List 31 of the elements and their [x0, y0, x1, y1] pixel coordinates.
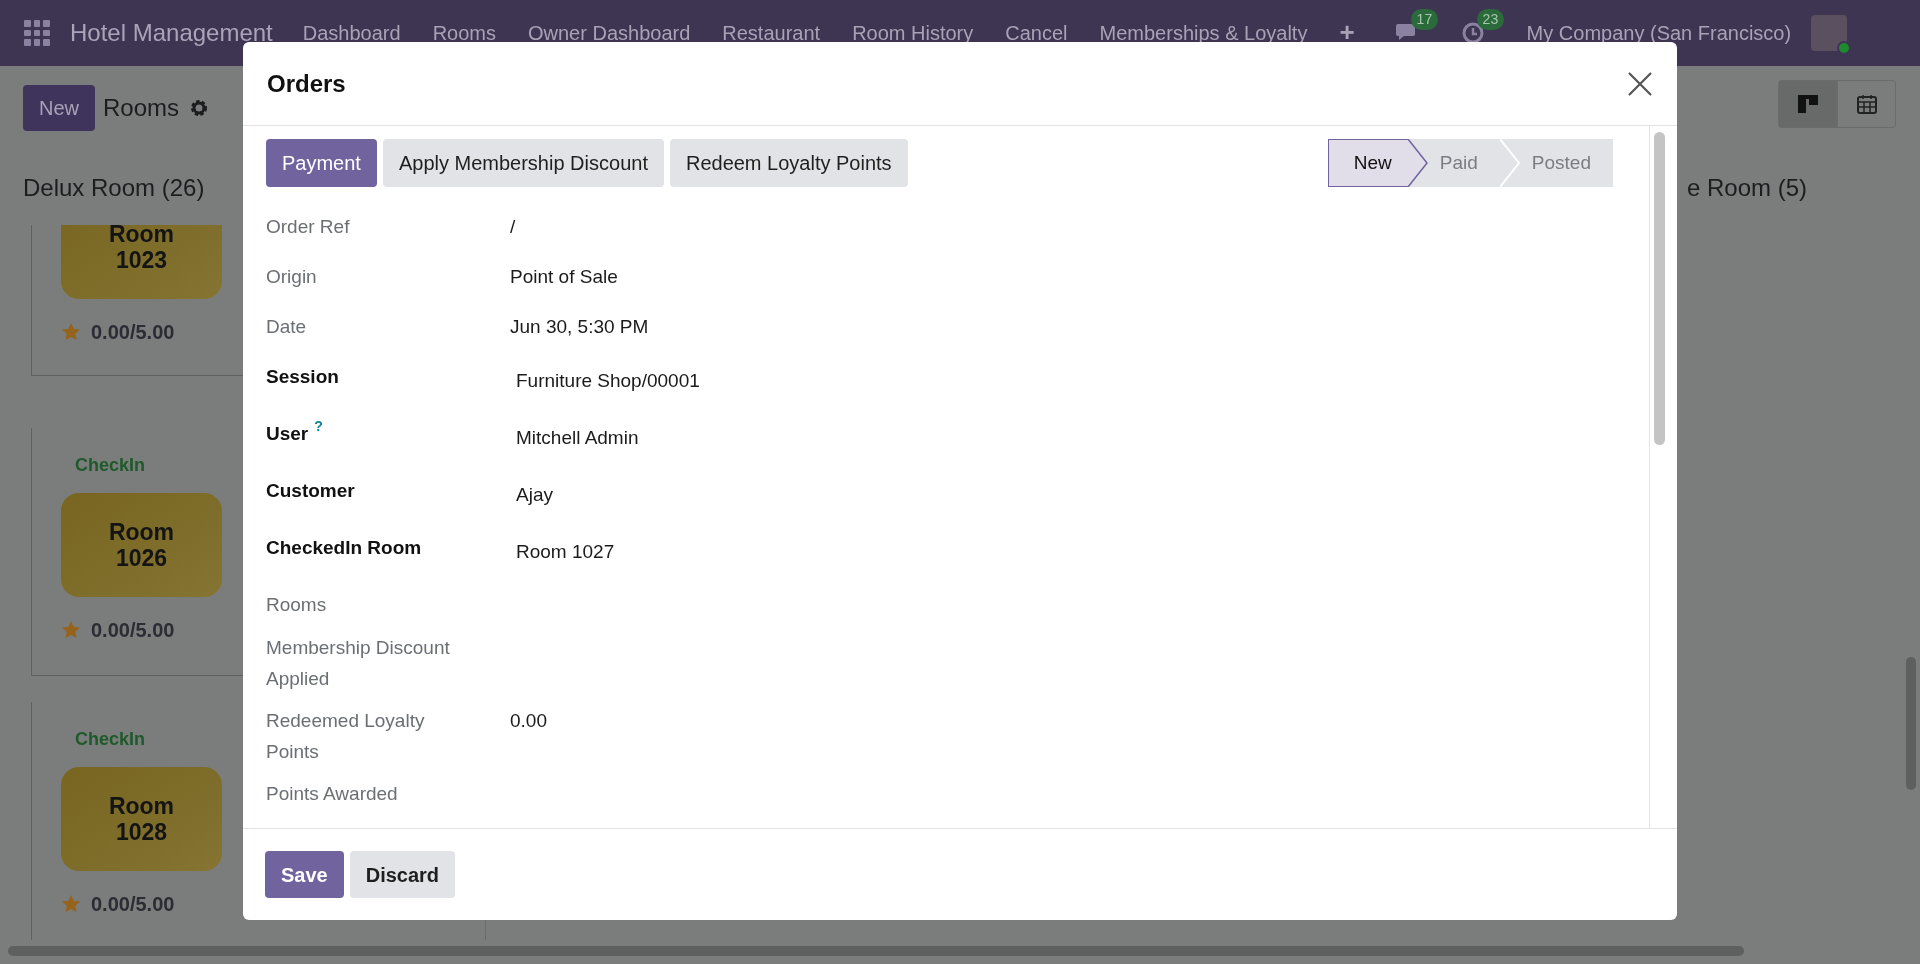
- dialog-title: Orders: [267, 68, 346, 99]
- field-label: Order Ref: [266, 215, 350, 239]
- field-label: Date: [266, 315, 307, 339]
- status-label: CheckIn: [75, 729, 146, 749]
- field-label: CheckedIn Room: [266, 536, 422, 560]
- column-title: Delux Room (26): [23, 174, 205, 201]
- field-value: Mitchell Admin: [516, 426, 639, 450]
- rating-text: 0.00/5.00: [91, 320, 175, 345]
- rating-text: 0.00/5.00: [91, 892, 175, 917]
- field-label: Redeemed Loyalty Points: [266, 709, 426, 764]
- field-value: Furniture Shop/00001: [516, 369, 700, 393]
- field-label: Points Awarded: [266, 782, 398, 806]
- count-badge: 17: [1410, 9, 1439, 30]
- field-value: /: [510, 215, 516, 239]
- field-value: Point of Sale: [510, 265, 618, 289]
- status-label: CheckIn: [75, 455, 146, 475]
- field-label: User: [266, 422, 309, 446]
- rating-text: 0.00/5.00: [91, 618, 175, 643]
- field-value: Jun 30, 5:30 PM: [510, 315, 649, 339]
- count-badge: 23: [1476, 9, 1505, 30]
- field-label: Origin: [266, 265, 317, 289]
- field-value: 0.00: [510, 709, 547, 733]
- field-value: Ajay: [516, 483, 553, 507]
- field-label: Membership Discount Applied: [266, 636, 451, 691]
- field-label: Session: [266, 365, 339, 389]
- field-label: Customer: [266, 479, 355, 503]
- app-title: Hotel Management: [70, 18, 273, 48]
- field-value: Room 1027: [516, 540, 615, 564]
- column-title: e Room (5): [1687, 174, 1808, 201]
- breadcrumb-title: Rooms: [103, 93, 180, 123]
- field-label: Rooms: [266, 593, 327, 617]
